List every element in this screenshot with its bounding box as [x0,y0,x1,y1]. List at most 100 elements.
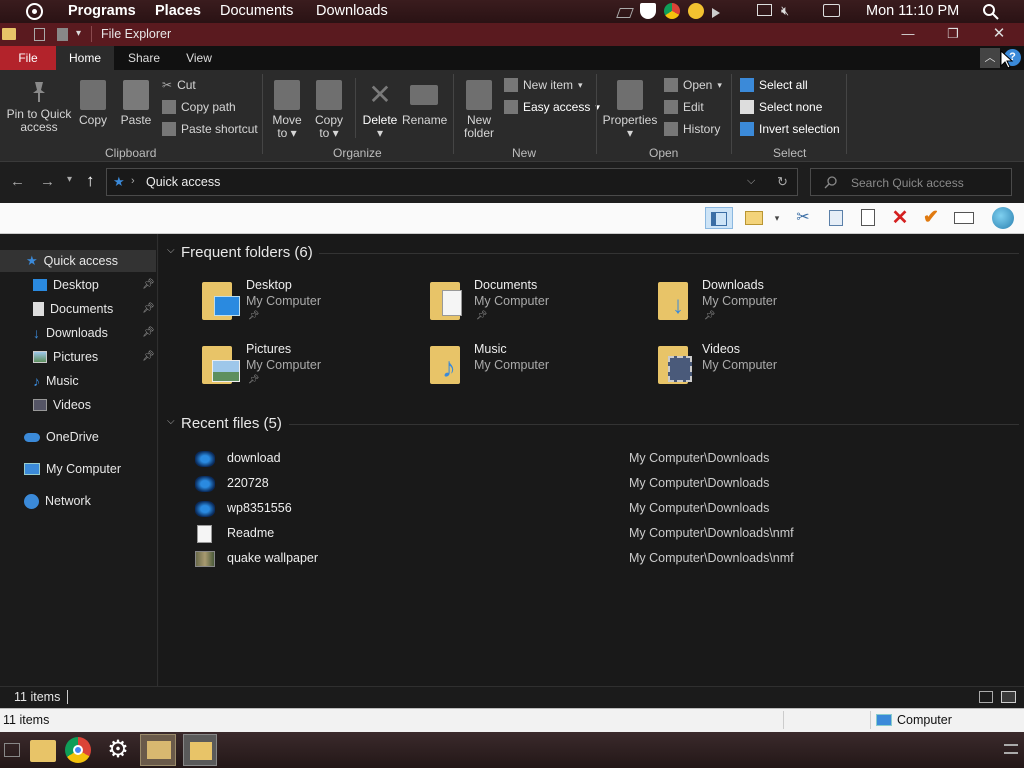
search-input[interactable]: Search Quick access [851,176,964,190]
nav-item-downloads[interactable]: ↓ Downloads [33,322,108,344]
notification-icon[interactable] [823,4,840,17]
recent-file-row[interactable]: wp8351556 My Computer\Downloads [159,498,1019,520]
maximize-button[interactable]: ❐ [938,25,968,43]
nav-my-computer[interactable]: My Computer [24,458,121,480]
move-to-button[interactable]: Move to ▾ [268,80,306,140]
tab-view[interactable]: View [176,46,222,70]
nav-item-pictures[interactable]: Pictures [33,346,98,368]
network-off-icon[interactable] [616,7,634,18]
globe-icon[interactable] [991,207,1015,229]
breadcrumb[interactable]: Quick access [146,175,220,189]
recent-locations-icon[interactable]: ▾ [67,174,72,185]
copy-toolbar-icon[interactable] [824,207,848,229]
delete-button[interactable]: ✕ Delete ▾ [360,80,400,140]
explorer-taskbar-icon[interactable] [183,734,217,766]
details-view-icon[interactable] [979,691,993,703]
select-none-button[interactable]: Select none [740,98,822,116]
settings-gear-icon[interactable]: ⚙ [105,737,131,763]
open-button[interactable]: Open ▾ [664,76,722,94]
close-button[interactable]: ✕ [984,25,1014,43]
recent-file-row[interactable]: download My Computer\Downloads [159,448,1019,470]
recent-file-row[interactable]: Readme My Computer\Downloads\nmf [159,523,1019,545]
address-dropdown-icon[interactable]: ⌵ [747,175,755,188]
new-item-button[interactable]: New item ▾ [504,76,583,94]
tab-share[interactable]: Share [118,46,170,70]
documents-menu[interactable]: Documents [220,3,293,19]
frequent-folders-header[interactable]: Frequent folders (6) [181,244,313,261]
collapse-chevron-icon[interactable]: ⌵ [167,416,175,427]
nav-network[interactable]: Network [24,490,91,512]
chrome-icon[interactable] [664,3,680,19]
collapse-ribbon-button[interactable]: ︿ [980,48,1000,68]
clock[interactable]: Mon 11:10 PM [866,3,959,19]
programs-menu[interactable]: Programs [68,3,136,19]
nav-onedrive[interactable]: OneDrive [24,426,99,448]
display-icon[interactable] [757,4,772,16]
downloads-menu[interactable]: Downloads [316,3,388,19]
folder-tile-downloads[interactable]: ↓ Downloads My Computer 📌︎ [656,278,876,334]
show-desktop-icon[interactable] [4,743,20,757]
recent-files-header[interactable]: Recent files (5) [181,415,282,432]
new-folder-qat-icon[interactable] [57,28,68,41]
properties-button[interactable]: Properties ▾ [602,80,658,140]
back-arrow-icon[interactable]: ← [10,173,25,190]
nav-item-videos[interactable]: Videos [33,394,91,416]
select-all-button[interactable]: Select all [740,76,808,94]
recent-file-row[interactable]: quake wallpaper My Computer\Downloads\nm… [159,548,1019,570]
places-menu[interactable]: Places [155,3,201,19]
easy-access-button[interactable]: Easy access ▾ [504,98,600,116]
menu-lines-icon[interactable] [1004,744,1018,754]
pin-to-quick-access-button[interactable]: Pin to Quick access [6,80,72,134]
weather-icon[interactable] [688,3,704,19]
copy-to-button[interactable]: Copy to ▾ [310,80,348,140]
nav-item-desktop[interactable]: Desktop [33,274,99,296]
pin-icon[interactable]: 📌︎ [142,279,155,290]
preview-pane-icon[interactable] [742,207,766,229]
cut-icon[interactable]: ✂ [791,207,815,229]
volume-muted-icon[interactable]: 🔇︎ [781,3,789,19]
customize-qat-icon[interactable]: ▾ [76,28,81,39]
file-manager-icon[interactable] [30,740,56,762]
folder-tile-music[interactable]: ♪ Music My Computer [428,342,648,398]
folder-tile-pictures[interactable]: Pictures My Computer 📌︎ [200,342,420,398]
running-app-icon[interactable] [140,734,176,766]
play-icon[interactable] [712,7,720,18]
folder-tile-videos[interactable]: Videos My Computer [656,342,876,398]
invert-selection-button[interactable]: Invert selection [740,120,840,138]
recent-file-row[interactable]: 220728 My Computer\Downloads [159,473,1019,495]
paste-shortcut-button[interactable]: Paste shortcut [162,120,258,138]
pin-icon[interactable]: 📌︎ [142,327,155,338]
refresh-icon[interactable]: ↻ [777,174,788,190]
tab-file[interactable]: File [0,46,56,70]
tab-home[interactable]: Home [56,46,114,70]
folder-tile-desktop[interactable]: Desktop My Computer 📌︎ [200,278,420,334]
copy-path-button[interactable]: Copy path [162,98,236,116]
up-arrow-icon[interactable]: ↑ [86,171,95,191]
checkmark-icon[interactable]: ✔ [919,207,943,229]
address-bar[interactable]: ★ › Quick access ⌵ ↻ [106,168,798,196]
paste-button[interactable]: Paste [118,80,154,127]
search-icon[interactable] [982,3,999,20]
history-button[interactable]: History [664,120,720,138]
nav-item-documents[interactable]: Documents [33,298,113,320]
layout-dropdown-icon[interactable]: ▾ [770,207,784,229]
breadcrumb-chevron-icon[interactable]: › [131,175,135,187]
activities-icon[interactable] [26,3,43,20]
nav-quick-access[interactable]: ★ Quick access [26,250,118,272]
navigation-pane-icon[interactable] [705,207,733,229]
pin-icon[interactable]: 📌︎ [142,303,155,314]
edit-button[interactable]: Edit [664,98,704,116]
shield-icon[interactable] [640,3,656,19]
rename-button[interactable]: Rename [402,80,447,127]
rename-toolbar-icon[interactable] [952,207,976,229]
pin-icon[interactable]: 📌︎ [142,351,155,362]
nav-item-music[interactable]: ♪ Music [33,370,79,392]
properties-qat-icon[interactable] [34,28,45,41]
copy-button[interactable]: Copy [76,80,110,127]
cut-button[interactable]: ✂ Cut [162,76,196,94]
collapse-chevron-icon[interactable]: ⌵ [167,245,175,256]
paste-toolbar-icon[interactable] [856,207,880,229]
large-icons-view-icon[interactable] [1001,691,1016,703]
search-box[interactable]: Search Quick access [810,168,1012,196]
folder-tile-documents[interactable]: Documents My Computer 📌︎ [428,278,648,334]
